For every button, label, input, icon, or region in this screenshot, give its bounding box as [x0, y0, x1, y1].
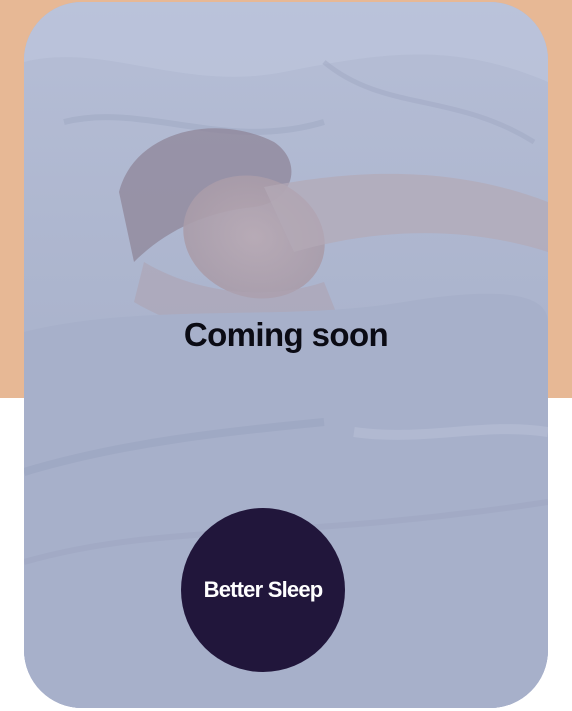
coming-soon-title: Coming soon: [183, 316, 389, 353]
better-sleep-label: Better Sleep: [203, 577, 324, 602]
better-sleep-button[interactable]: Better Sleep: [181, 508, 345, 672]
coming-soon-card[interactable]: Coming soon Better Sleep: [24, 2, 548, 708]
